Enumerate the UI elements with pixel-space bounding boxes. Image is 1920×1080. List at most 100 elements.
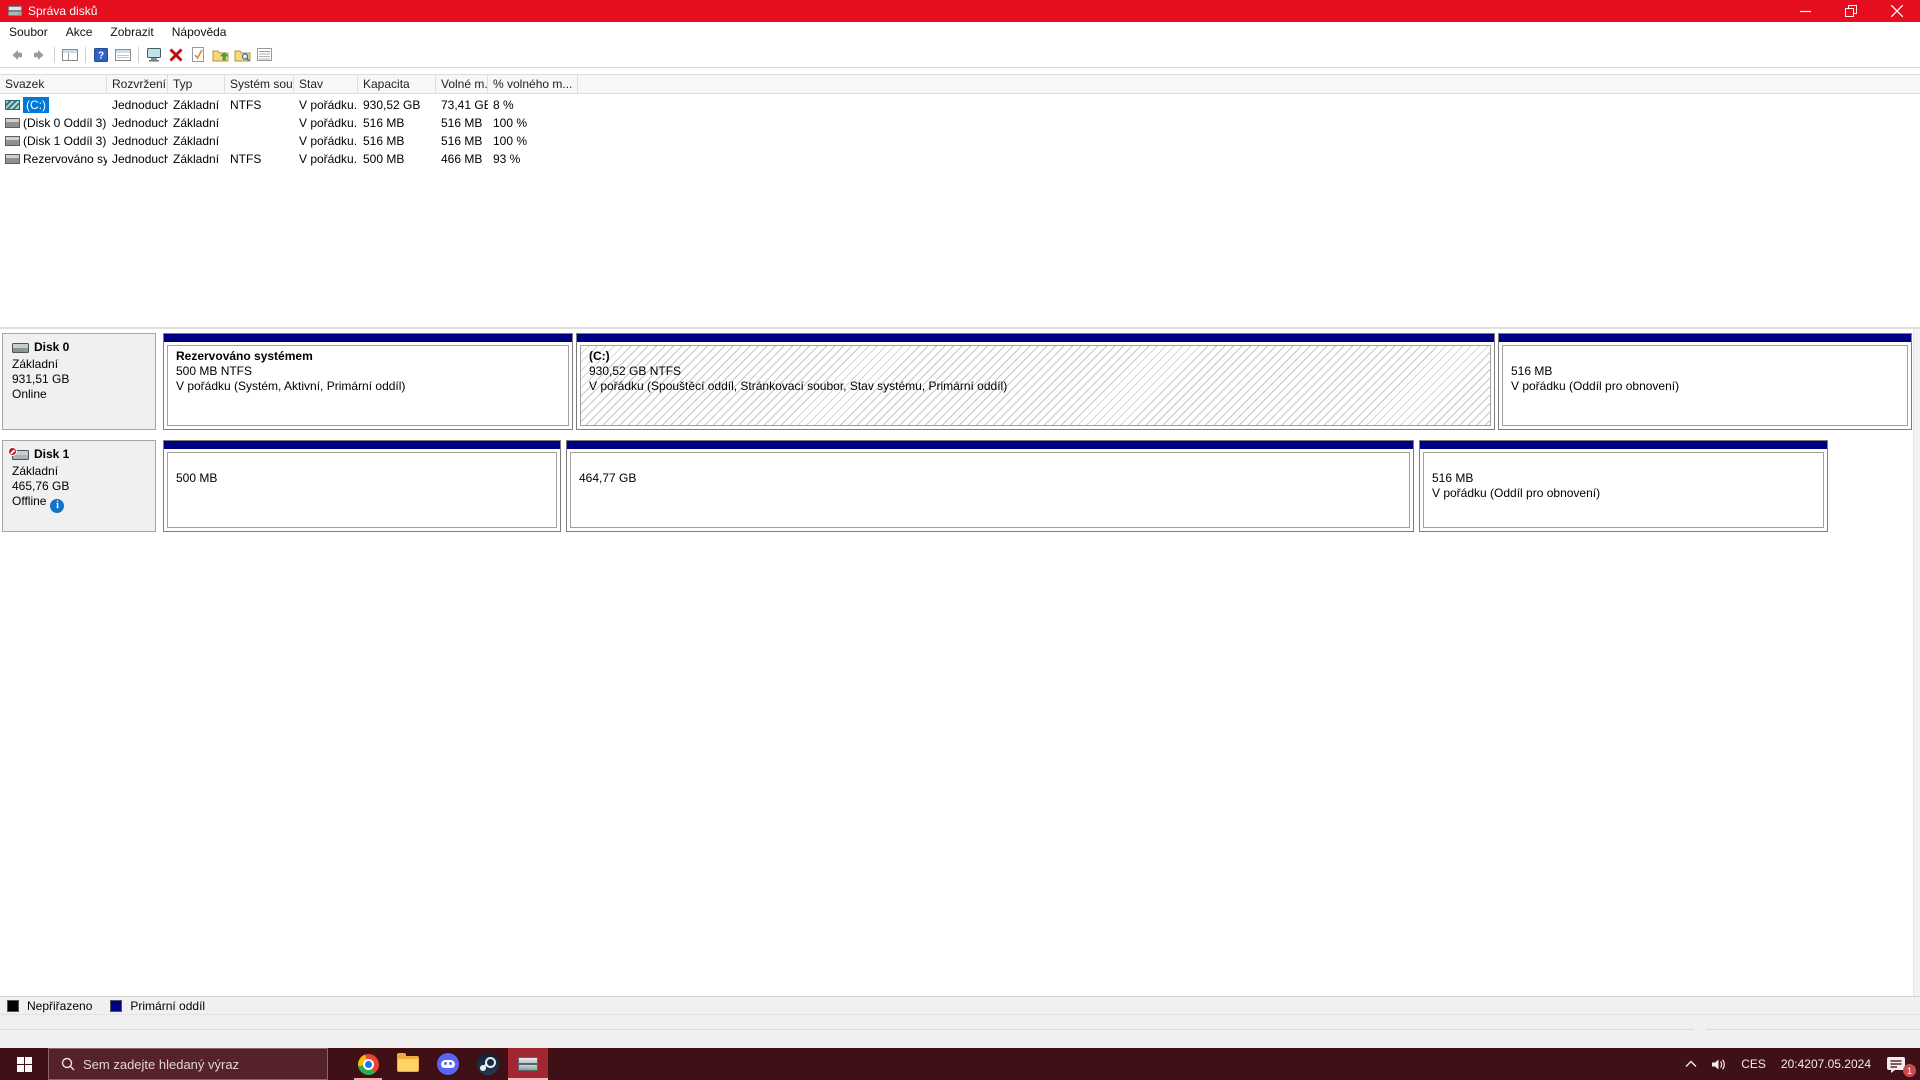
disk-1-info[interactable]: Disk 1 Základní 465,76 GB Offlinei: [2, 440, 156, 532]
partition-disk1-main[interactable]: 464,77 GB: [566, 440, 1414, 532]
forward-icon[interactable]: [28, 45, 50, 65]
steam-icon: [477, 1053, 499, 1075]
volume-status: V pořádku...: [294, 151, 358, 168]
delete-icon[interactable]: [165, 45, 187, 65]
disk-0-info[interactable]: Disk 0 Základní 931,51 GB Online: [2, 333, 156, 430]
volume-fs: NTFS: [225, 97, 294, 114]
partition-title: [579, 456, 1401, 471]
tray-speaker-icon[interactable]: [1704, 1048, 1734, 1080]
volume-status: V pořádku...: [294, 133, 358, 150]
restore-button[interactable]: [1828, 0, 1874, 22]
folder-up-icon[interactable]: [209, 45, 231, 65]
status-divider: [1706, 1029, 1920, 1030]
taskbar: CES 20:42 07.05.2024 1: [0, 1048, 1920, 1080]
legend-label-primary: Primární oddíl: [130, 999, 205, 1013]
partition-c-selected[interactable]: (C:) 930,52 GB NTFS V pořádku (Spouštěcí…: [576, 333, 1495, 430]
legend-swatch-primary: [110, 1000, 122, 1012]
column-header-rozvrzeni[interactable]: Rozvržení: [107, 75, 168, 93]
partition-title: [1511, 349, 1899, 364]
desktop: Správa disků Soubor Akce Zobrazit Nápově…: [0, 0, 1920, 1080]
volume-list-pane: Svazek Rozvržení Typ Systém sou... Stav …: [0, 68, 1920, 327]
volume-type: Základní: [168, 133, 225, 150]
titlebar: Správa disků: [0, 0, 1920, 22]
tray-language[interactable]: CES: [1734, 1048, 1773, 1080]
console-window-icon[interactable]: [112, 45, 134, 65]
partition-system-reserved[interactable]: Rezervováno systémem 500 MB NTFS V pořád…: [163, 333, 573, 430]
start-button[interactable]: [0, 1048, 48, 1080]
menu-zobrazit[interactable]: Zobrazit: [101, 22, 162, 42]
toolbar-separator: [54, 47, 55, 63]
tray-chevron-up-icon[interactable]: [1678, 1048, 1704, 1080]
column-header-procento[interactable]: % volného m...: [488, 75, 578, 93]
partition-status: [579, 486, 1401, 501]
menu-napoveda[interactable]: Nápověda: [163, 22, 236, 42]
status-strip: [0, 1014, 1920, 1048]
partition-size: 500 MB: [176, 471, 548, 486]
column-header-system[interactable]: Systém sou...: [225, 75, 294, 93]
column-header-typ[interactable]: Typ: [168, 75, 225, 93]
volume-status: V pořádku...: [294, 115, 358, 132]
volume-pct: 100 %: [488, 133, 578, 150]
menu-soubor[interactable]: Soubor: [0, 22, 57, 42]
disk-kind: Základní: [12, 464, 155, 479]
volume-icon: [5, 136, 20, 146]
vertical-scrollbar[interactable]: [1913, 329, 1920, 996]
taskbar-app-discord[interactable]: [428, 1048, 468, 1080]
partition-title: [1432, 456, 1815, 471]
volume-name: (C:): [23, 97, 49, 113]
partition-recovery-disk1[interactable]: 516 MB V pořádku (Oddíl pro obnovení): [1419, 440, 1828, 532]
svg-text:?: ?: [98, 50, 104, 61]
computer-icon[interactable]: [143, 45, 165, 65]
minimize-button[interactable]: [1782, 0, 1828, 22]
console-tree-icon[interactable]: [59, 45, 81, 65]
disk-1-row: Disk 1 Základní 465,76 GB Offlinei 500 M…: [0, 440, 1914, 532]
partition-size: 516 MB: [1432, 471, 1815, 486]
column-header-kapacita[interactable]: Kapacita: [358, 75, 436, 93]
column-header-volne[interactable]: Volné m...: [436, 75, 488, 93]
volume-name: (Disk 0 Oddíl 3): [23, 116, 106, 130]
partition-title: (C:): [589, 349, 1482, 364]
partition-disk1-500mb[interactable]: 500 MB: [163, 440, 561, 532]
help-icon[interactable]: ?: [90, 45, 112, 65]
column-header-stav[interactable]: Stav: [294, 75, 358, 93]
partition-recovery-disk0[interactable]: 516 MB V pořádku (Oddíl pro obnovení): [1498, 333, 1912, 430]
disk-kind: Základní: [12, 357, 155, 372]
notification-badge: 1: [1903, 1064, 1916, 1077]
volume-row-c[interactable]: (C:) Jednoduchý Základní NTFS V pořádku.…: [0, 96, 1920, 114]
disk-status: Online: [12, 387, 155, 402]
info-icon[interactable]: i: [50, 499, 64, 513]
search-input[interactable]: [83, 1057, 313, 1072]
tray-clock[interactable]: 20:42 07.05.2024: [1773, 1048, 1879, 1080]
volume-fs: NTFS: [225, 151, 294, 168]
volume-layout: Jednoduchý: [107, 115, 168, 132]
disk-name: Disk 0: [34, 340, 69, 355]
partition-size: 930,52 GB NTFS: [589, 364, 1482, 379]
disk-management-icon: [517, 1055, 539, 1073]
back-icon[interactable]: [6, 45, 28, 65]
menu-akce[interactable]: Akce: [57, 22, 102, 42]
volume-row-rezervovano[interactable]: Rezervováno systé... Jednoduchý Základní…: [0, 150, 1920, 168]
legend-label-unallocated: Nepřiřazeno: [27, 999, 92, 1013]
volume-row-disk1-oddil3[interactable]: (Disk 1 Oddíl 3) Jednoduchý Základní V p…: [0, 132, 1920, 150]
volume-row-disk0-oddil3[interactable]: (Disk 0 Oddíl 3) Jednoduchý Základní V p…: [0, 114, 1920, 132]
volume-type: Základní: [168, 115, 225, 132]
taskbar-app-steam[interactable]: [468, 1048, 508, 1080]
close-button[interactable]: [1874, 0, 1920, 22]
taskbar-app-file-explorer[interactable]: [388, 1048, 428, 1080]
check-document-icon[interactable]: [187, 45, 209, 65]
notification-center-button[interactable]: 1: [1879, 1048, 1920, 1080]
details-view-icon[interactable]: [253, 45, 275, 65]
partition-status: V pořádku (Oddíl pro obnovení): [1432, 486, 1815, 501]
partition-status: V pořádku (Oddíl pro obnovení): [1511, 379, 1899, 394]
folder-search-icon[interactable]: [231, 45, 253, 65]
taskbar-app-disk-management[interactable]: [508, 1048, 548, 1080]
partition-color-band: [567, 441, 1413, 449]
column-header-svazek[interactable]: Svazek: [0, 75, 107, 93]
taskbar-search[interactable]: [48, 1048, 328, 1080]
volume-type: Základní: [168, 151, 225, 168]
graphical-view-pane: Disk 0 Základní 931,51 GB Online Rezervo…: [0, 329, 1920, 996]
volume-free: 516 MB: [436, 133, 488, 150]
partition-color-band: [1420, 441, 1827, 449]
taskbar-app-chrome[interactable]: [348, 1048, 388, 1080]
partition-color-band: [164, 334, 572, 342]
